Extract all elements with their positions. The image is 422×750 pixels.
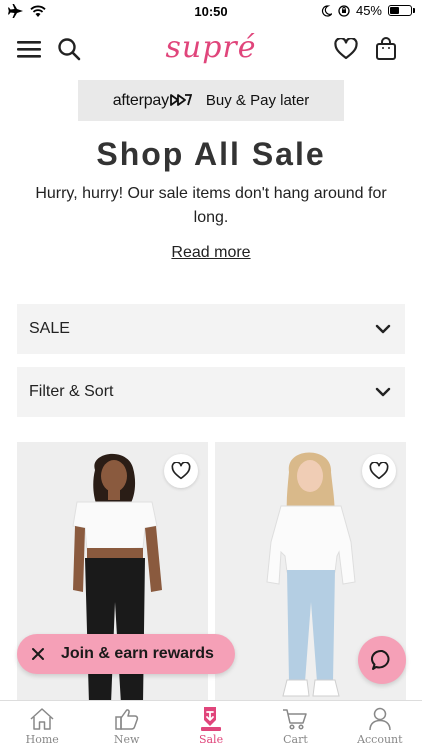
bottom-tab-bar: Home New Sale Cart Account (0, 700, 422, 750)
battery-percent: 45% (355, 3, 382, 18)
page-subtitle: Hurry, hurry! Our sale items don't hang … (35, 185, 387, 226)
afterpay-text: Buy & Pay later (205, 92, 310, 109)
afterpay-banner[interactable]: afterpay Buy & Pay later (78, 80, 344, 121)
chevron-down-icon (375, 324, 391, 334)
filter-sort-dropdown[interactable]: Filter & Sort (17, 367, 405, 417)
orientation-lock-icon (338, 4, 350, 17)
tab-account[interactable]: Account (338, 701, 422, 750)
moon-icon (321, 4, 332, 17)
status-bar: 10:50 45% (0, 0, 422, 22)
tab-home-label: Home (25, 733, 59, 746)
category-dropdown-label: SALE (29, 320, 70, 337)
rewards-banner[interactable]: Join & earn rewards (17, 634, 235, 674)
battery-fill (390, 7, 399, 14)
page-title: Shop All Sale (96, 136, 326, 172)
wishlist-button[interactable] (362, 454, 396, 488)
tab-new[interactable]: New (84, 701, 168, 750)
rewards-label[interactable]: Join & earn rewards (61, 645, 214, 663)
tab-sale-label: Sale (198, 733, 224, 746)
thumbs-up-icon (114, 706, 140, 732)
afterpay-arrows-icon (170, 93, 193, 106)
heart-icon (171, 462, 191, 480)
afterpay-logo-text: afterpay (112, 91, 169, 109)
battery-icon (388, 5, 415, 16)
close-icon[interactable] (25, 641, 51, 667)
tab-cart-label: Cart (283, 733, 308, 746)
wishlist-button[interactable] (164, 454, 198, 488)
read-more-link[interactable]: Read more (0, 244, 422, 262)
sale-tag-icon (198, 706, 224, 732)
afterpay-logo: afterpay (112, 91, 193, 110)
heart-icon (369, 462, 389, 480)
heart-icon[interactable] (331, 34, 361, 64)
chat-button[interactable] (358, 636, 406, 684)
tab-account-label: Account (357, 733, 403, 746)
account-icon (367, 706, 393, 732)
cart-icon (282, 706, 308, 732)
tab-home[interactable]: Home (0, 701, 84, 750)
shopping-bag-icon[interactable] (371, 34, 401, 64)
home-icon (29, 706, 55, 732)
chevron-down-icon (375, 387, 391, 397)
header: supré (0, 26, 422, 74)
read-more-label[interactable]: Read more (171, 244, 250, 261)
tab-new-label: New (113, 733, 140, 746)
status-right: 45% (321, 3, 415, 18)
chat-bubble-icon (370, 649, 390, 670)
tab-sale[interactable]: Sale (169, 701, 253, 750)
tab-cart[interactable]: Cart (253, 701, 337, 750)
filter-sort-label: Filter & Sort (29, 383, 114, 400)
category-dropdown[interactable]: SALE (17, 304, 405, 354)
